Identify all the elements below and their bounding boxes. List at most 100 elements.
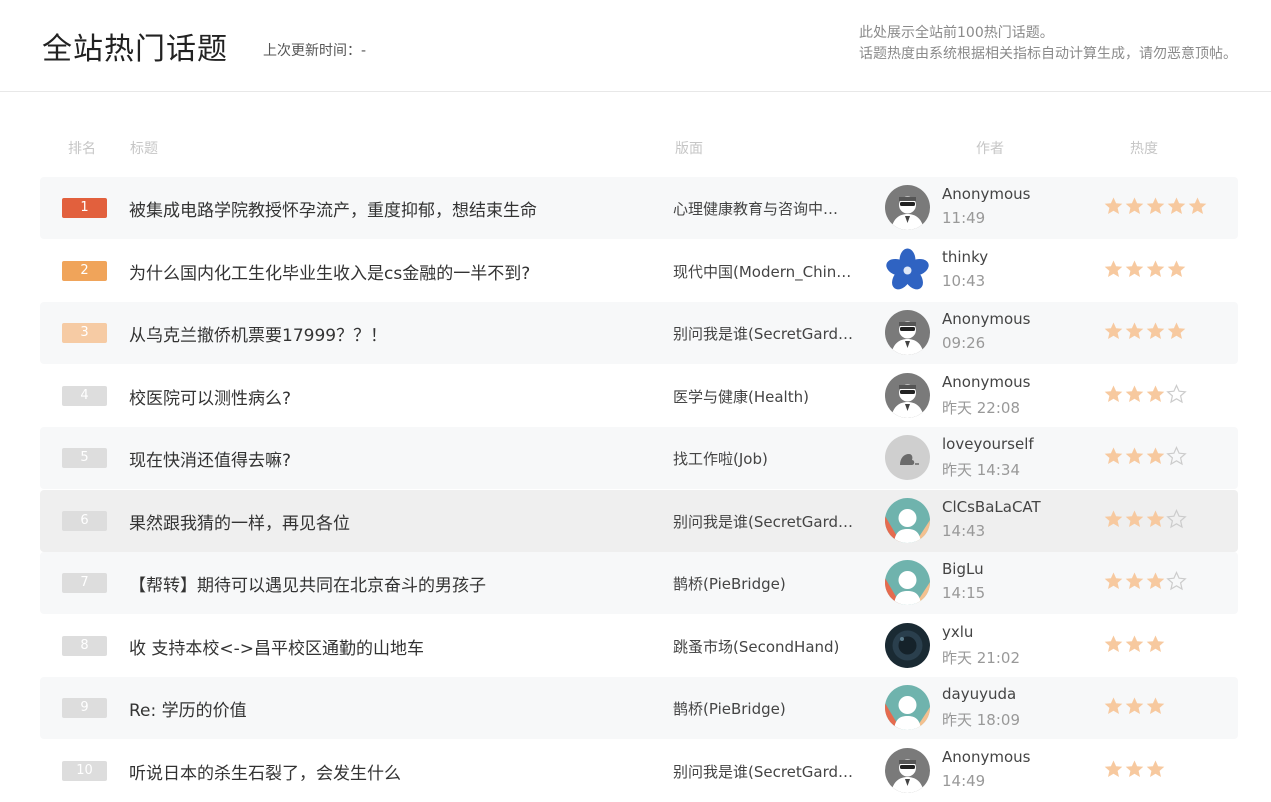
author-name-link[interactable]: ClCsBaLaCAT (942, 498, 1041, 516)
post-time: 昨天 18:09 (942, 711, 1020, 729)
anonymous-avatar[interactable] (885, 373, 930, 418)
star-filled-icon (1103, 759, 1124, 779)
default-person-avatar[interactable] (885, 685, 930, 730)
heat-rating (1103, 759, 1166, 779)
post-time: 10:43 (942, 272, 986, 290)
notice-line-1: 此处展示全站前100热门话题。 (859, 25, 1054, 41)
star-empty-icon (1166, 509, 1187, 529)
rank-badge: 10 (62, 761, 107, 781)
star-filled-icon (1103, 259, 1124, 279)
board-link[interactable]: 医学与健康(Health) (673, 386, 863, 407)
topic-row[interactable]: 9 Re: 学历的价值 鹊桥(PieBridge) dayuyuda 昨天 18:09 (40, 677, 1238, 739)
topic-title-link[interactable]: 校医院可以测性病么? (129, 384, 291, 409)
star-filled-icon (1103, 196, 1124, 216)
star-filled-icon (1145, 759, 1166, 779)
author-name-link[interactable]: yxlu (942, 623, 973, 641)
star-filled-icon (1124, 509, 1145, 529)
anonymous-avatar[interactable] (885, 310, 930, 355)
topic-title-link[interactable]: 现在快消还值得去嘛? (129, 446, 291, 471)
author-name-link[interactable]: loveyourself (942, 435, 1034, 453)
author-name-link[interactable]: dayuyuda (942, 685, 1016, 703)
topic-row[interactable]: 3 从乌克兰撤侨机票要17999？？！ 别问我是谁(SecretGard… Anony… (40, 302, 1238, 364)
star-filled-icon (1145, 446, 1166, 466)
board-link[interactable]: 鹊桥(PieBridge) (673, 698, 863, 719)
topic-row[interactable]: 4 校医院可以测性病么? 医学与健康(Health) Anonymous 昨天 22:0… (40, 365, 1238, 427)
star-filled-icon (1166, 196, 1187, 216)
anonymous-avatar[interactable] (885, 748, 930, 793)
star-filled-icon (1103, 321, 1124, 341)
anonymous-avatar[interactable] (885, 185, 930, 230)
star-filled-icon (1145, 259, 1166, 279)
board-link[interactable]: 别问我是谁(SecretGard… (673, 323, 863, 344)
topic-title-link[interactable]: 收 支持本校<->昌平校区通勤的山地车 (129, 634, 424, 659)
topic-title-link[interactable]: Re: 学历的价值 (129, 696, 247, 721)
board-link[interactable]: 心理健康教育与咨询中… (673, 198, 863, 219)
topic-title-link[interactable]: 【帮转】期待可以遇见共同在北京奋斗的男孩子 (129, 571, 486, 596)
rank-badge: 8 (62, 636, 107, 656)
dark-photo-avatar[interactable] (885, 623, 930, 668)
topic-row[interactable]: 8 收 支持本校<->昌平校区通勤的山地车 跳蚤市场(SecondHand) yxlu… (40, 615, 1238, 677)
board-link[interactable]: 别问我是谁(SecretGard… (673, 511, 863, 532)
blue-flower-avatar[interactable] (885, 248, 930, 293)
grey-avatar[interactable] (885, 435, 930, 480)
column-header-board: 版面 (675, 141, 703, 157)
column-header-author: 作者 (976, 141, 1004, 157)
star-filled-icon (1103, 634, 1124, 654)
star-filled-icon (1166, 321, 1187, 341)
star-filled-icon (1145, 696, 1166, 716)
author-name-link[interactable]: BigLu (942, 560, 984, 578)
author-name-link[interactable]: Anonymous (942, 310, 1030, 328)
topic-title-link[interactable]: 果然跟我猜的一样，再见各位 (129, 509, 350, 534)
topic-title-link[interactable]: 听说日本的杀生石裂了，会发生什么 (129, 759, 401, 784)
page-header: 全站热门话题 上次更新时间：- 此处展示全站前100热门话题。 话题热度由系统根… (0, 0, 1271, 92)
post-time: 昨天 21:02 (942, 649, 1020, 667)
star-filled-icon (1103, 446, 1124, 466)
column-header-heat: 热度 (1130, 141, 1158, 157)
star-filled-icon (1103, 696, 1124, 716)
topic-title-link[interactable]: 为什么国内化工生化毕业生收入是cs金融的一半不到? (129, 259, 530, 284)
post-time: 14:15 (942, 584, 986, 602)
author-name-link[interactable]: thinky (942, 248, 988, 266)
author-name-link[interactable]: Anonymous (942, 373, 1030, 391)
star-filled-icon (1103, 571, 1124, 591)
rank-badge: 9 (62, 698, 107, 718)
star-filled-icon (1124, 571, 1145, 591)
topic-row[interactable]: 2 为什么国内化工生化毕业生收入是cs金融的一半不到? 现代中国(Modern_Ch… (40, 240, 1238, 302)
heat-rating (1103, 196, 1208, 216)
star-filled-icon (1166, 259, 1187, 279)
topic-title-link[interactable]: 从乌克兰撤侨机票要17999？？！ (129, 321, 387, 346)
board-link[interactable]: 鹊桥(PieBridge) (673, 573, 863, 594)
star-empty-icon (1166, 384, 1187, 404)
default-person-avatar[interactable] (885, 560, 930, 605)
star-filled-icon (1124, 446, 1145, 466)
star-filled-icon (1124, 634, 1145, 654)
post-time: 昨天 22:08 (942, 399, 1020, 417)
board-link[interactable]: 现代中国(Modern_Chin… (673, 261, 863, 282)
post-time: 昨天 14:34 (942, 461, 1020, 479)
author-name-link[interactable]: Anonymous (942, 748, 1030, 766)
star-filled-icon (1145, 509, 1166, 529)
heat-rating (1103, 634, 1166, 654)
star-filled-icon (1124, 196, 1145, 216)
board-link[interactable]: 跳蚤市场(SecondHand) (673, 636, 863, 657)
star-filled-icon (1124, 259, 1145, 279)
topic-row[interactable]: 1 被集成电路学院教授怀孕流产，重度抑郁，想结束生命 心理健康教育与咨询中… Anon… (40, 177, 1238, 239)
author-name-link[interactable]: Anonymous (942, 185, 1030, 203)
star-filled-icon (1124, 321, 1145, 341)
star-filled-icon (1187, 196, 1208, 216)
column-header-title: 标题 (130, 141, 158, 157)
heat-rating (1103, 571, 1187, 591)
post-time: 14:43 (942, 522, 986, 540)
topic-row[interactable]: 7 【帮转】期待可以遇见共同在北京奋斗的男孩子 鹊桥(PieBridge) BigLu… (40, 552, 1238, 614)
star-filled-icon (1124, 384, 1145, 404)
default-person-avatar[interactable] (885, 498, 930, 543)
rank-badge: 3 (62, 323, 107, 343)
topic-title-link[interactable]: 被集成电路学院教授怀孕流产，重度抑郁，想结束生命 (129, 196, 537, 221)
topic-row[interactable]: 5 现在快消还值得去嘛? 找工作啦(Job) loveyourself 昨天 14:34 (40, 427, 1238, 489)
board-link[interactable]: 找工作啦(Job) (673, 448, 863, 469)
heat-rating (1103, 259, 1187, 279)
topic-row[interactable]: 10 听说日本的杀生石裂了，会发生什么 别问我是谁(SecretGard… Anony… (40, 740, 1238, 802)
topic-row[interactable]: 6 果然跟我猜的一样，再见各位 别问我是谁(SecretGard… ClCsBaLaC… (40, 490, 1238, 552)
notice-text: 此处展示全站前100热门话题。 话题热度由系统根据相关指标自动计算生成，请勿恶意… (859, 23, 1237, 65)
board-link[interactable]: 别问我是谁(SecretGard… (673, 761, 863, 782)
